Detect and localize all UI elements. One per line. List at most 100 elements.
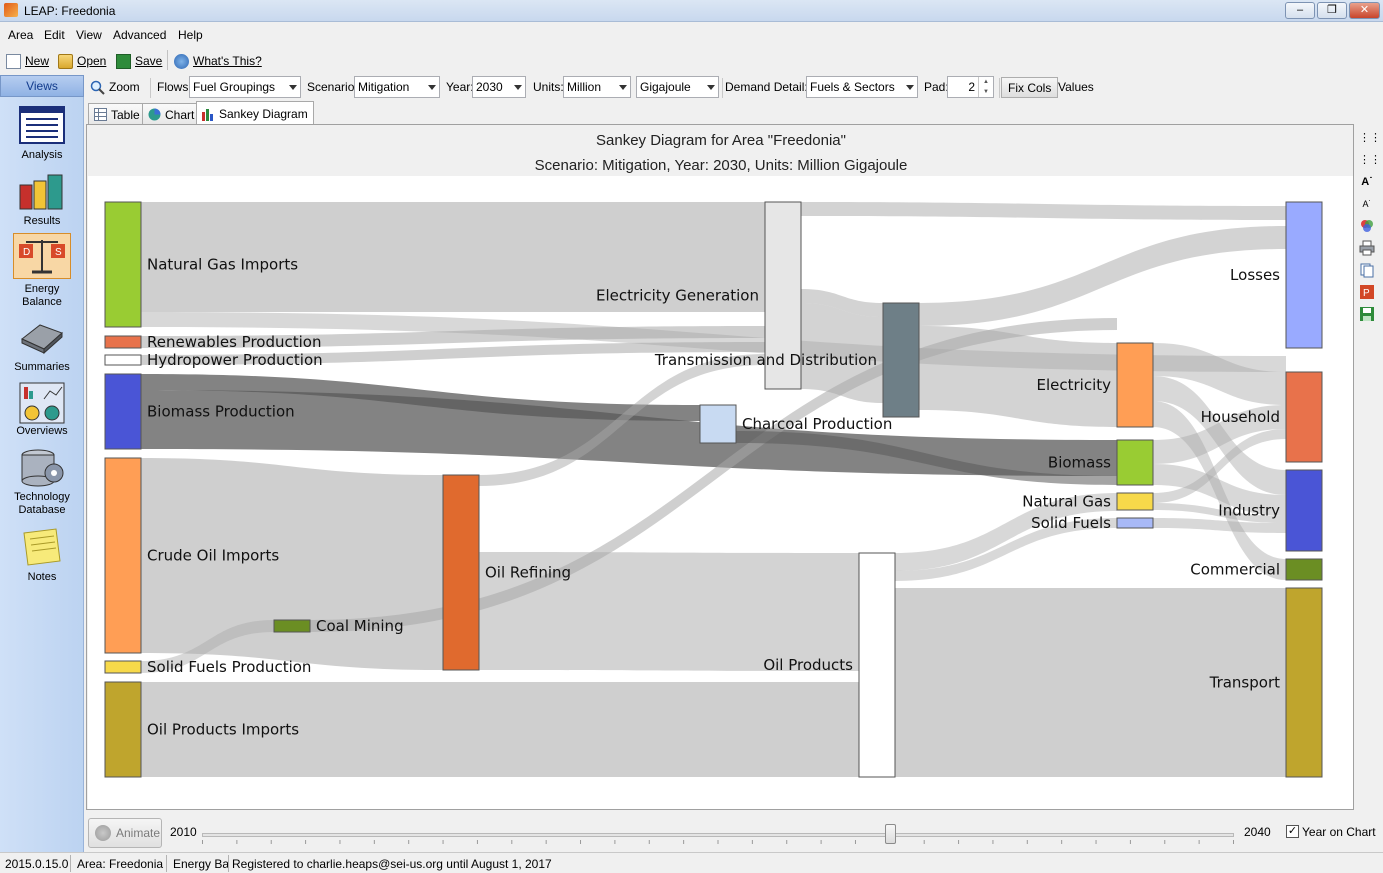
sankey-node-ind[interactable] <box>1285 469 1323 552</box>
scenario-dropdown[interactable]: Mitigation <box>354 76 440 98</box>
sankey-node-bio[interactable] <box>104 373 142 450</box>
year-on-chart-label: Year on Chart <box>1302 825 1376 839</box>
save-image-icon[interactable] <box>1359 306 1375 322</box>
menu-area[interactable]: Area <box>8 28 33 42</box>
powerpoint-icon[interactable]: P <box>1359 284 1375 300</box>
stepper-up-icon[interactable]: ▲ <box>978 77 993 87</box>
sankey-node-hh[interactable] <box>1285 371 1323 463</box>
sankey-node-tnd[interactable] <box>882 302 920 418</box>
colors-icon[interactable] <box>1359 218 1375 234</box>
menu-view[interactable]: View <box>76 28 102 42</box>
diagram-subtitle: Scenario: Mitigation, Year: 2030, Units:… <box>534 157 908 174</box>
sidebar-item-notes[interactable]: Notes <box>0 527 84 584</box>
font-larger-icon[interactable]: A˙ <box>1359 174 1375 190</box>
sankey-node-label: Electricity Generation <box>596 287 759 305</box>
fix-cols-button[interactable]: Fix Cols <box>1001 77 1059 98</box>
sankey-node-tra[interactable] <box>1285 587 1323 778</box>
svg-text:D: D <box>23 247 30 258</box>
sankey-node-oprod[interactable] <box>858 552 896 778</box>
sidebar-item-label: Results <box>23 215 61 227</box>
zoom-button[interactable]: Zoom <box>90 78 140 96</box>
results-icon <box>18 171 66 211</box>
animate-button[interactable]: Animate <box>88 818 162 848</box>
sankey-node-elec[interactable] <box>1116 342 1154 428</box>
tab-chart[interactable]: Chart <box>142 103 201 125</box>
sankey-node-sff[interactable] <box>1116 517 1154 529</box>
sankey-node-label: Oil Products <box>763 656 853 674</box>
open-button[interactable]: Open <box>58 52 106 70</box>
sankey-node-ref[interactable] <box>442 474 480 671</box>
sankey-node-coi[interactable] <box>104 457 142 654</box>
font-smaller-icon[interactable]: A˙ <box>1359 196 1375 212</box>
sankey-node-label: Oil Refining <box>485 564 571 582</box>
sankey-node-char[interactable] <box>699 404 737 444</box>
sidebar-item-analysis[interactable]: Analysis <box>0 105 84 162</box>
sidebar-item-energy-balance[interactable]: DS Energy Balance <box>0 233 84 309</box>
scenario-label: Scenario: <box>307 80 358 94</box>
tab-table[interactable]: Table <box>88 103 146 125</box>
sankey-node-opi[interactable] <box>104 681 142 778</box>
title-bar: LEAP: Freedonia – ❐ ✕ <box>0 0 1383 22</box>
chevron-down-icon <box>906 85 914 90</box>
sidebar-item-technology-database[interactable]: Technology Database <box>0 447 84 517</box>
copy-icon[interactable] <box>1359 262 1375 278</box>
status-divider <box>228 855 229 872</box>
menu-advanced[interactable]: Advanced <box>113 28 166 42</box>
sidebar-item-overviews[interactable]: Overviews <box>0 381 84 438</box>
tab-sankey-diagram[interactable]: Sankey Diagram <box>196 101 314 126</box>
sankey-node-ren[interactable] <box>104 335 142 349</box>
summaries-icon <box>18 317 66 357</box>
menu-edit[interactable]: Edit <box>44 28 65 42</box>
demand-detail-dropdown[interactable]: Fuels & Sectors <box>806 76 918 98</box>
sankey-node-loss[interactable] <box>1285 201 1323 349</box>
registration-text: Registered to charlie.heaps@sei-us.org u… <box>232 857 552 871</box>
print-icon[interactable] <box>1359 240 1375 256</box>
start-year-label: 2010 <box>170 825 197 839</box>
whats-this-button[interactable]: What's This? <box>174 52 262 70</box>
restore-button[interactable]: ❐ <box>1317 2 1347 19</box>
sankey-node-label: Household <box>1201 408 1280 426</box>
expand-nodes-icon[interactable]: ⋮⋮ <box>1359 130 1381 146</box>
chevron-down-icon <box>619 85 627 90</box>
sankey-diagram[interactable]: Natural Gas Imports Renewables Production… <box>88 176 1353 809</box>
year-slider-track[interactable] <box>202 833 1234 837</box>
minimize-button[interactable]: – <box>1285 2 1315 19</box>
units-scale-dropdown[interactable]: Million <box>563 76 631 98</box>
stepper-down-icon[interactable]: ▼ <box>978 87 993 97</box>
sankey-node-ngf[interactable] <box>1116 492 1154 511</box>
year-slider-ticks <box>202 840 1234 844</box>
menu-help[interactable]: Help <box>178 28 203 42</box>
sankey-node-com[interactable] <box>1285 558 1323 581</box>
menu-bar: Area Edit View Advanced Help <box>0 24 1383 46</box>
magnifier-icon <box>90 80 105 95</box>
sankey-node-sfp[interactable] <box>104 660 142 674</box>
sankey-node-coal[interactable] <box>273 619 311 633</box>
sidebar-item-results[interactable]: Results <box>0 171 84 228</box>
sankey-node-label: Biomass Production <box>147 403 295 421</box>
collapse-nodes-icon[interactable]: ⋮⋮ <box>1359 152 1381 168</box>
units-dropdown[interactable]: Gigajoule <box>636 76 719 98</box>
save-button[interactable]: Save <box>116 52 162 70</box>
sankey-node-biof[interactable] <box>1116 439 1154 486</box>
sidebar-item-label: Technology Database <box>14 491 70 516</box>
sankey-node-label: Industry <box>1218 502 1280 520</box>
pad-stepper[interactable]: 2 ▲ ▼ <box>947 76 994 98</box>
sidebar-item-summaries[interactable]: Summaries <box>0 317 84 374</box>
sankey-node-hyd[interactable] <box>104 354 142 366</box>
sankey-canvas[interactable]: Natural Gas Imports Renewables Production… <box>88 176 1353 809</box>
sankey-flow[interactable] <box>801 202 1286 220</box>
year-on-chart-checkbox[interactable]: ✓ <box>1286 825 1299 838</box>
main-toolbar: New Open Save What's This? <box>0 48 1383 72</box>
flows-dropdown[interactable]: Fuel Groupings <box>189 76 301 98</box>
sankey-node-ngi[interactable] <box>104 201 142 328</box>
pie-chart-icon <box>148 108 161 121</box>
units-label: Units: <box>533 80 564 94</box>
year-dropdown[interactable]: 2030 <box>472 76 526 98</box>
sankey-node-label: Electricity <box>1036 376 1111 394</box>
close-button[interactable]: ✕ <box>1349 2 1380 19</box>
sankey-panel: Sankey Diagram for Area "Freedonia" Scen… <box>86 124 1354 810</box>
new-button[interactable]: New <box>6 52 49 70</box>
end-year-label: 2040 <box>1244 825 1271 839</box>
values-toggle[interactable]: Values <box>1058 80 1094 94</box>
year-slider-thumb[interactable] <box>885 824 896 844</box>
